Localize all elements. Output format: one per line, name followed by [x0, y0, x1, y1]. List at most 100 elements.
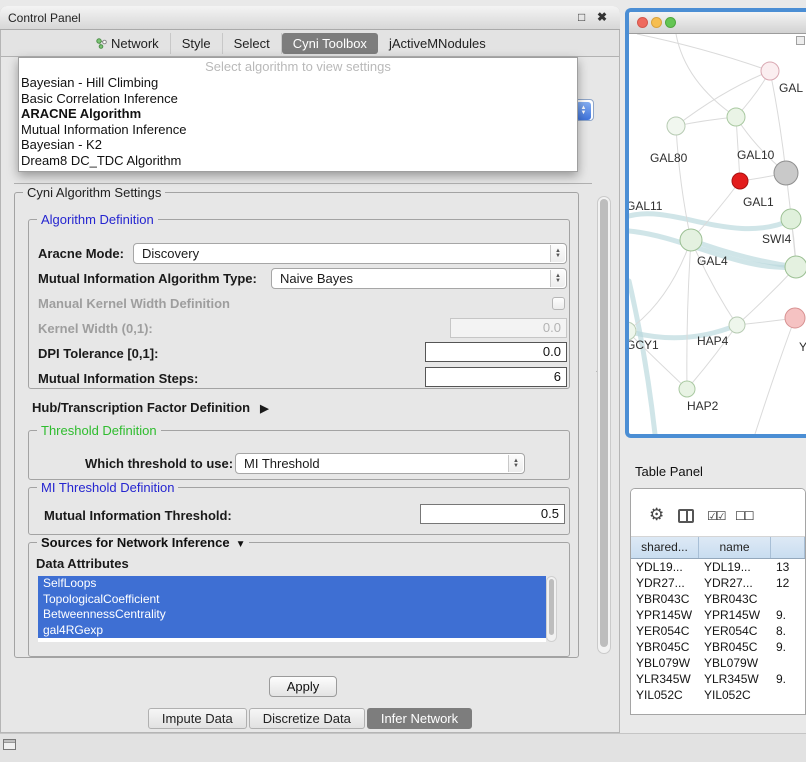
network-edge[interactable]: [676, 71, 770, 126]
table-cell: 9.: [771, 639, 805, 655]
float-window-icon[interactable]: □: [578, 10, 585, 24]
tab-network[interactable]: Network: [85, 33, 171, 54]
tab-jactivemnodules[interactable]: jActiveMNodules: [378, 33, 497, 54]
dpi-tolerance-label: DPI Tolerance [0,1]:: [38, 346, 158, 361]
expand-right-icon[interactable]: ▶: [260, 403, 268, 415]
manual-kernel-label: Manual Kernel Width Definition: [38, 296, 230, 311]
mi-steps-field[interactable]: 6: [425, 367, 567, 387]
network-node[interactable]: [667, 117, 685, 135]
network-node[interactable]: [781, 209, 801, 229]
table-column-header[interactable]: shared...: [631, 537, 699, 558]
kernel-width-field[interactable]: 0.0: [450, 318, 567, 338]
scrollbar-thumb[interactable]: [600, 199, 608, 647]
close-traffic-light-icon[interactable]: [637, 17, 648, 28]
table-cell: [771, 655, 805, 671]
tab-style[interactable]: Style: [171, 33, 223, 54]
network-node[interactable]: [785, 256, 806, 278]
network-edge[interactable]: [637, 34, 770, 71]
network-node[interactable]: [679, 381, 695, 397]
apply-button[interactable]: Apply: [269, 676, 337, 697]
algorithm-option[interactable]: Bayesian - K2: [19, 137, 577, 153]
source-attribute-item[interactable]: gal4RGexp: [38, 623, 546, 639]
table-row[interactable]: YLR345WYLR345W9.: [631, 671, 805, 687]
table-cell: YDR27...: [631, 575, 699, 591]
select-all-checkboxes-icon[interactable]: ☑☑: [707, 509, 725, 523]
table-row[interactable]: YIL052CYIL052C: [631, 687, 805, 703]
which-threshold-combobox[interactable]: MI Threshold ▲▼: [235, 453, 525, 474]
network-edge[interactable]: [755, 318, 795, 434]
attribute-list-scrollbar[interactable]: [546, 576, 557, 642]
minimize-traffic-light-icon[interactable]: [651, 17, 662, 28]
table-cell: YBR043C: [631, 591, 699, 607]
combobox-stepper-icon[interactable]: ▲▼: [550, 270, 565, 287]
network-edge[interactable]: [691, 181, 740, 240]
network-edge[interactable]: [687, 240, 691, 389]
table-row[interactable]: YBL079WYBL079W: [631, 655, 805, 671]
deselect-all-checkboxes-icon[interactable]: ☐☐: [735, 509, 753, 523]
combobox-stepper-icon[interactable]: ▲▼: [508, 455, 523, 472]
algorithm-option[interactable]: Mutual Information Inference: [19, 122, 577, 138]
table-row[interactable]: YBR045CYBR045C9.: [631, 639, 805, 655]
combobox-stepper-icon[interactable]: ▲▼: [550, 245, 565, 262]
network-window-titlebar[interactable]: [629, 12, 806, 34]
table-column-header[interactable]: [771, 537, 805, 558]
control-panel-title: Control Panel: [8, 6, 81, 30]
network-node[interactable]: [761, 62, 779, 80]
kernel-width-label: Kernel Width (0,1):: [38, 321, 153, 336]
columns-icon[interactable]: [678, 509, 694, 523]
network-canvas[interactable]: GALGAL80GAL10GAL11GAL1SWI4GAL4GCY1HAP4YH…: [629, 34, 806, 434]
algorithm-option[interactable]: ARACNE Algorithm: [19, 106, 577, 122]
expand-down-icon[interactable]: ▼: [236, 539, 246, 550]
source-attribute-item[interactable]: SelfLoops: [38, 576, 546, 592]
bottom-tab-bar: Impute DataDiscretize DataInfer Network: [0, 708, 620, 729]
table-row[interactable]: YDR27...YDR27...12: [631, 575, 805, 591]
bottom-tab-infer-network[interactable]: Infer Network: [367, 708, 472, 729]
minimized-panel-icon[interactable]: [3, 739, 16, 750]
manual-kernel-checkbox[interactable]: [552, 297, 565, 310]
zoom-traffic-light-icon[interactable]: [665, 17, 676, 28]
close-window-icon[interactable]: ✖: [597, 10, 607, 24]
network-node[interactable]: [727, 108, 745, 126]
table-row[interactable]: YPR145WYPR145W9.: [631, 607, 805, 623]
algorithm-option[interactable]: Dream8 DC_TDC Algorithm: [19, 153, 577, 169]
network-edge[interactable]: [629, 214, 791, 229]
settings-gear-icon[interactable]: ⚙: [649, 505, 664, 525]
network-node[interactable]: [729, 317, 745, 333]
mi-type-combobox[interactable]: Naive Bayes ▲▼: [271, 268, 567, 289]
bottom-tab-impute-data[interactable]: Impute Data: [148, 708, 247, 729]
combobox-stepper-icon[interactable]: ▲▼: [576, 102, 591, 120]
algorithm-dropdown-placeholder: Select algorithm to view settings: [19, 58, 577, 75]
settings-scrollbar[interactable]: [597, 196, 611, 654]
network-node[interactable]: [732, 173, 748, 189]
network-node-label: HAP4: [697, 334, 729, 348]
dpi-tolerance-field[interactable]: 0.0: [425, 342, 567, 362]
network-node[interactable]: [785, 308, 805, 328]
table-row[interactable]: YBR043CYBR043C: [631, 591, 805, 607]
tab-select[interactable]: Select: [223, 33, 282, 54]
algorithm-option[interactable]: Basic Correlation Inference: [19, 91, 577, 107]
network-edge[interactable]: [676, 126, 691, 240]
tab-cyni-toolbox[interactable]: Cyni Toolbox: [282, 33, 378, 54]
table-row[interactable]: YDL19...YDL19...13: [631, 559, 805, 575]
control-panel-titlebar[interactable]: Control Panel □ ✖: [0, 6, 620, 30]
network-node[interactable]: [774, 161, 798, 185]
hub-definition-toggle[interactable]: Hub/Transcription Factor Definition▶: [32, 400, 269, 415]
algorithm-dropdown-popup: Select algorithm to view settings Bayesi…: [18, 57, 578, 172]
table-column-header[interactable]: name: [699, 537, 771, 558]
source-attribute-item[interactable]: BetweennessCentrality: [38, 607, 546, 623]
network-node[interactable]: [680, 229, 702, 251]
algorithm-definition-title: Algorithm Definition: [37, 212, 158, 227]
algorithm-option[interactable]: Bayesian - Hill Climbing: [19, 75, 577, 91]
sources-group-title[interactable]: Sources for Network Inference▼: [37, 535, 249, 550]
network-view-window: GALGAL80GAL10GAL11GAL1SWI4GAL4GCY1HAP4YH…: [625, 8, 806, 438]
control-panel-tabs: NetworkStyleSelectCyni Toolbox jActiveMNo…: [1, 30, 619, 57]
table-row[interactable]: YER054CYER054C8.: [631, 623, 805, 639]
table-cell: YPR145W: [631, 607, 699, 623]
source-attribute-item[interactable]: TopologicalCoefficient: [38, 592, 546, 608]
scrollbar-thumb[interactable]: [549, 579, 554, 635]
tab-label: jActiveMNodules: [389, 33, 486, 54]
mi-threshold-field[interactable]: 0.5: [420, 504, 565, 524]
aracne-mode-combobox[interactable]: Discovery ▲▼: [133, 243, 567, 264]
network-edge[interactable]: [629, 281, 655, 434]
bottom-tab-discretize-data[interactable]: Discretize Data: [249, 708, 365, 729]
